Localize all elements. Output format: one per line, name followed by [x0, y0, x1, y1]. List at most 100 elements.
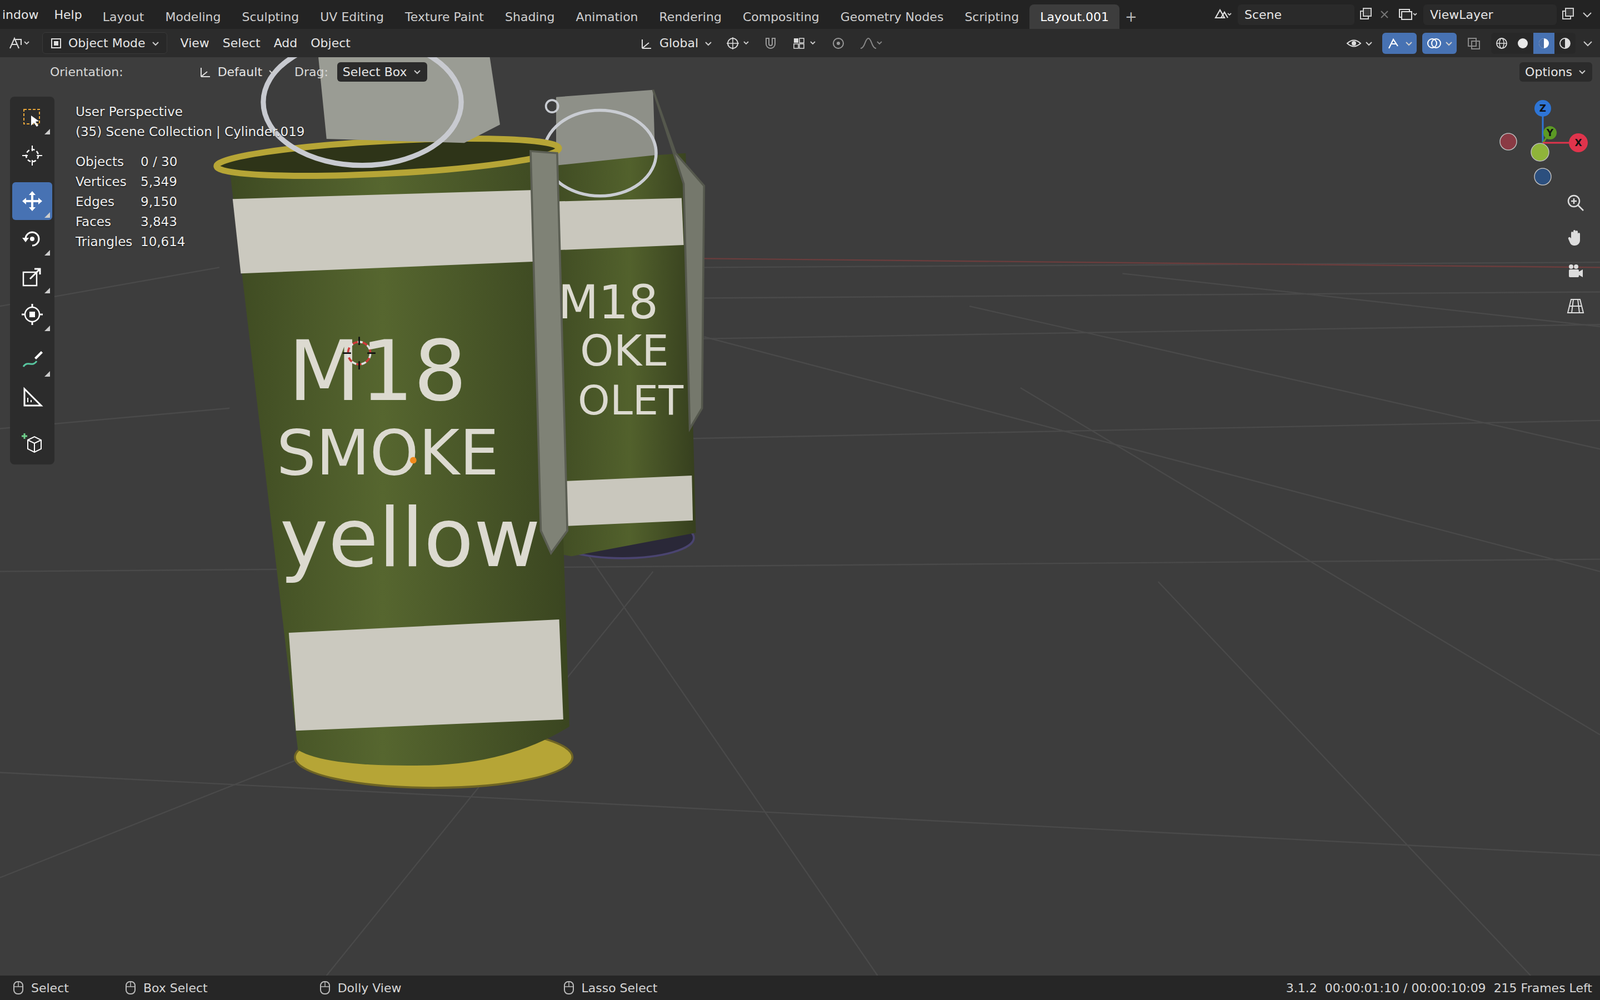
header-menu[interactable]: Select [216, 36, 268, 50]
stat-label: Vertices [75, 171, 141, 192]
top-menu[interactable]: indow [1, 7, 47, 22]
pan-button[interactable] [1560, 221, 1592, 253]
falloff-icon[interactable] [858, 35, 883, 52]
pivot-icon[interactable] [725, 35, 754, 52]
label-text: yellow [280, 490, 541, 586]
material-icon [1536, 36, 1552, 51]
camera-button[interactable] [1560, 256, 1592, 288]
dropdown-icon[interactable] [1580, 6, 1595, 23]
close-icon[interactable] [1377, 6, 1393, 23]
editor-type-menu[interactable] [5, 35, 35, 52]
workspace-tab[interactable]: Layout [92, 4, 155, 29]
orientation-dropdown[interactable]: Global [635, 33, 718, 53]
options-dropdown[interactable]: Options [1519, 62, 1593, 82]
grenade-stripe [288, 619, 564, 731]
cursor-tool[interactable] [12, 136, 53, 175]
solid-icon [1515, 36, 1530, 51]
top-menu[interactable]: Help [46, 7, 90, 22]
axis-label: Y [1546, 127, 1554, 139]
axis-handle[interactable] [1534, 100, 1552, 117]
workspace-tab[interactable]: Shading [494, 4, 565, 29]
scale-tool[interactable] [12, 257, 53, 296]
stat-value: 10,614 [140, 231, 305, 252]
workspace-tab[interactable]: Sculpting [231, 4, 310, 29]
xray-toggle[interactable] [1462, 32, 1486, 54]
move-tool[interactable] [12, 182, 53, 220]
mouse-icon [318, 980, 332, 996]
annotate-icon [20, 347, 45, 373]
annotate-tool[interactable] [12, 341, 53, 379]
violet-grenade[interactable]: M18OKEOLET [530, 90, 704, 559]
grid-icon [1565, 296, 1586, 317]
material-shading-button[interactable] [1533, 32, 1555, 54]
axis-label: Z [1539, 102, 1547, 114]
zoom-button[interactable] [1560, 187, 1592, 219]
stat-label: Edges [75, 191, 141, 212]
cursor-crosshair [342, 336, 376, 370]
pin [546, 100, 559, 113]
axis-handle[interactable] [1534, 168, 1552, 185]
workspace-tab[interactable]: UV Editing [309, 4, 395, 29]
view-layer-menu[interactable] [1395, 6, 1420, 23]
status-hint: Lasso Select [562, 980, 658, 996]
workspace-tab[interactable]: Compositing [732, 4, 830, 29]
more-tools-icon [44, 371, 50, 377]
orientation-dropdown[interactable]: Default [193, 62, 282, 82]
scene-canvas[interactable]: M18OKEOLETM18SMOKEyellow [0, 57, 1600, 976]
mode-dropdown[interactable]: Object Mode [42, 32, 168, 54]
copy-icon[interactable] [1560, 6, 1577, 23]
view-layer-field[interactable]: ViewLayer [1423, 4, 1557, 25]
workspace-tab[interactable]: Modeling [154, 4, 232, 29]
measure-tool[interactable] [12, 378, 53, 417]
workspace-tab[interactable]: Geometry Nodes [830, 4, 955, 29]
axis-handle[interactable] [1568, 133, 1588, 153]
copy-icon[interactable] [1357, 6, 1375, 23]
gizmo-toggle[interactable] [1382, 32, 1417, 54]
navigation-gizmo[interactable]: ZYX [1492, 92, 1593, 193]
workspace-tab[interactable]: Scripting [953, 4, 1030, 29]
3d-cursor[interactable] [342, 336, 376, 370]
add-workspace-button[interactable]: + [1119, 4, 1143, 29]
overlay-toggle[interactable] [1422, 32, 1457, 54]
workspace-tab[interactable]: Rendering [648, 4, 733, 29]
scene-field[interactable]: Scene [1237, 4, 1355, 25]
header-menu[interactable]: View [173, 36, 217, 50]
frames-left: 215 Frames Left [1493, 981, 1593, 995]
solid-shading-button[interactable] [1512, 32, 1534, 54]
scene-menu[interactable] [1211, 6, 1235, 23]
grid-line [571, 530, 878, 976]
toolbar [10, 96, 55, 465]
status-hint: Select [12, 980, 69, 996]
yellow-grenade[interactable]: M18SMOKEyellow [215, 57, 573, 788]
rotate-tool[interactable] [12, 220, 53, 258]
move-icon [20, 188, 45, 214]
snap-icon[interactable] [761, 35, 784, 52]
rendered-shading-button[interactable] [1554, 32, 1576, 54]
header-menu[interactable]: Object [303, 36, 358, 50]
pull-ring [543, 110, 657, 197]
axis-handle[interactable] [1543, 126, 1557, 140]
proportional-icon[interactable] [828, 35, 851, 52]
header-menu[interactable]: Add [267, 36, 305, 50]
workspace-tab[interactable]: Texture Paint [394, 4, 495, 29]
perspective-button[interactable] [1560, 290, 1592, 322]
axis-handle[interactable] [1531, 143, 1549, 162]
select-box-tool[interactable] [12, 98, 53, 137]
more-tools-icon [44, 250, 50, 256]
tool-settings: Orientation: Default Drag: Select Box Op… [0, 58, 1600, 85]
workspace-tab[interactable]: Animation [565, 4, 649, 29]
3d-viewport[interactable]: M18OKEOLETM18SMOKEyellow Orientation: De… [0, 57, 1600, 976]
chevron-icon [1444, 38, 1454, 48]
drag-dropdown[interactable]: Select Box [337, 62, 428, 82]
snap-target-icon[interactable] [791, 35, 821, 52]
transform-tool[interactable] [12, 295, 53, 334]
axis-handle[interactable] [1500, 133, 1517, 150]
stat-value: 3,843 [140, 211, 305, 232]
workspace-tab[interactable]: Layout.001 [1029, 4, 1120, 29]
stat-value: 0 / 30 [140, 151, 305, 172]
cursor-ring [347, 341, 370, 364]
add-cube-tool[interactable] [12, 424, 53, 463]
visibility-toggle[interactable] [1342, 32, 1377, 54]
wireframe-shading-button[interactable] [1491, 32, 1513, 54]
shading-options-icon[interactable] [1581, 35, 1595, 52]
